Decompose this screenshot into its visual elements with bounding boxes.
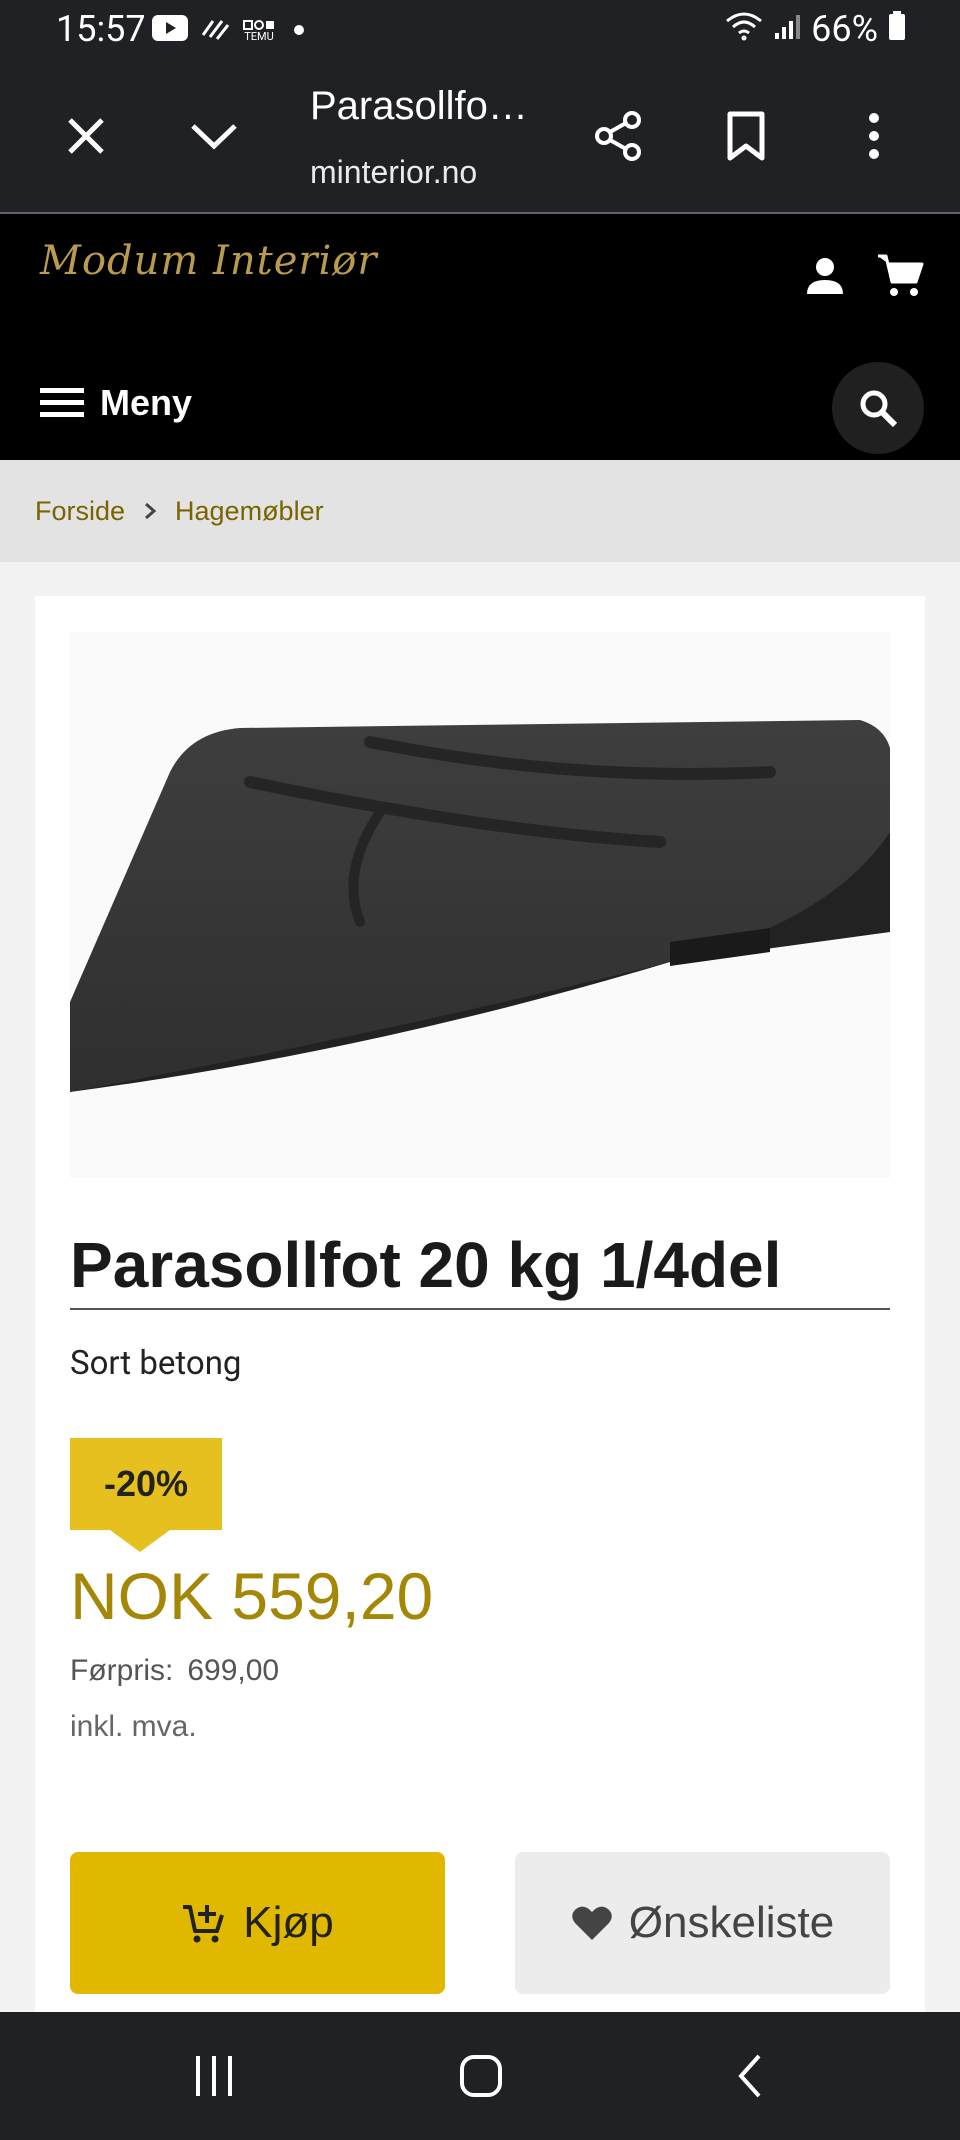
browser-toolbar: Parasollfo… minterior.no [0,62,960,214]
bookmark-icon [727,111,765,161]
home-icon [460,2055,502,2097]
product-price: NOK 559,20 [70,1559,434,1633]
cart-plus-icon [183,1905,225,1943]
minimize-button[interactable] [174,96,254,176]
account-button[interactable] [804,254,846,301]
before-price-value: 699,00 [187,1654,280,1687]
before-price: Førpris: 699,00 [70,1654,279,1688]
signal-stripes-icon [200,15,230,45]
share-button[interactable] [578,96,658,176]
menu-label[interactable]: Meny [100,382,192,424]
status-bar: 15:57 TEMU 66% [0,0,960,62]
status-time: 15:57 [56,8,146,50]
page-domain[interactable]: minterior.no [310,154,477,191]
breadcrumb-item-garden-furniture[interactable]: Hagemøbler [175,496,324,527]
temu-icon: TEMU [242,19,276,42]
notification-icons: TEMU [152,15,304,45]
site-header: Modum Interiør Meny [0,214,960,460]
bookmark-button[interactable] [706,96,786,176]
hamburger-icon [40,388,84,417]
breadcrumb-item-home[interactable]: Forside [35,496,125,527]
heart-icon [572,1906,612,1940]
system-nav-bar [0,2012,960,2140]
cart-icon [878,254,924,296]
share-icon [595,111,641,161]
wishlist-button[interactable]: Ønskeliste [515,1852,890,1994]
cart-button[interactable] [876,252,924,303]
search-button[interactable] [832,362,924,454]
battery-percent: 66% [811,8,878,50]
back-icon [738,2054,761,2098]
breadcrumb: Forside Hagemøbler [0,460,960,562]
more-options-button[interactable] [834,96,914,176]
product-card: Parasollfot 20 kg 1/4del Sort betong -20… [35,596,925,2016]
close-icon [68,118,104,154]
product-title: Parasollfot 20 kg 1/4del [70,1228,890,1310]
search-icon [860,390,898,428]
chevron-right-icon [143,501,157,521]
chevron-down-icon [191,124,237,150]
menu-button[interactable] [40,386,84,425]
buy-label: Kjøp [243,1898,334,1947]
vat-note: inkl. mva. [70,1710,197,1743]
recent-apps-icon [196,2056,232,2096]
product-subtitle: Sort betong [70,1344,242,1383]
wifi-icon [725,8,763,50]
discount-badge: -20% [70,1438,222,1552]
discount-label: -20% [103,1463,189,1504]
dot-indicator [294,25,304,35]
more-vertical-icon [869,113,879,159]
page-title[interactable]: Parasollfo… [310,84,528,129]
site-logo[interactable]: Modum Interiør [40,238,377,284]
user-icon [807,258,843,294]
recent-apps-button[interactable] [174,2036,254,2116]
before-price-label: Førpris: [70,1654,174,1687]
battery-icon [888,8,906,50]
wishlist-label: Ønskeliste [628,1898,835,1947]
back-button[interactable] [710,2036,790,2116]
buy-button[interactable]: Kjøp [70,1852,445,1994]
youtube-icon [152,15,188,45]
home-button[interactable] [441,2036,521,2116]
cell-signal-icon [773,8,801,50]
close-tab-button[interactable] [46,96,126,176]
product-image[interactable] [70,632,890,1178]
